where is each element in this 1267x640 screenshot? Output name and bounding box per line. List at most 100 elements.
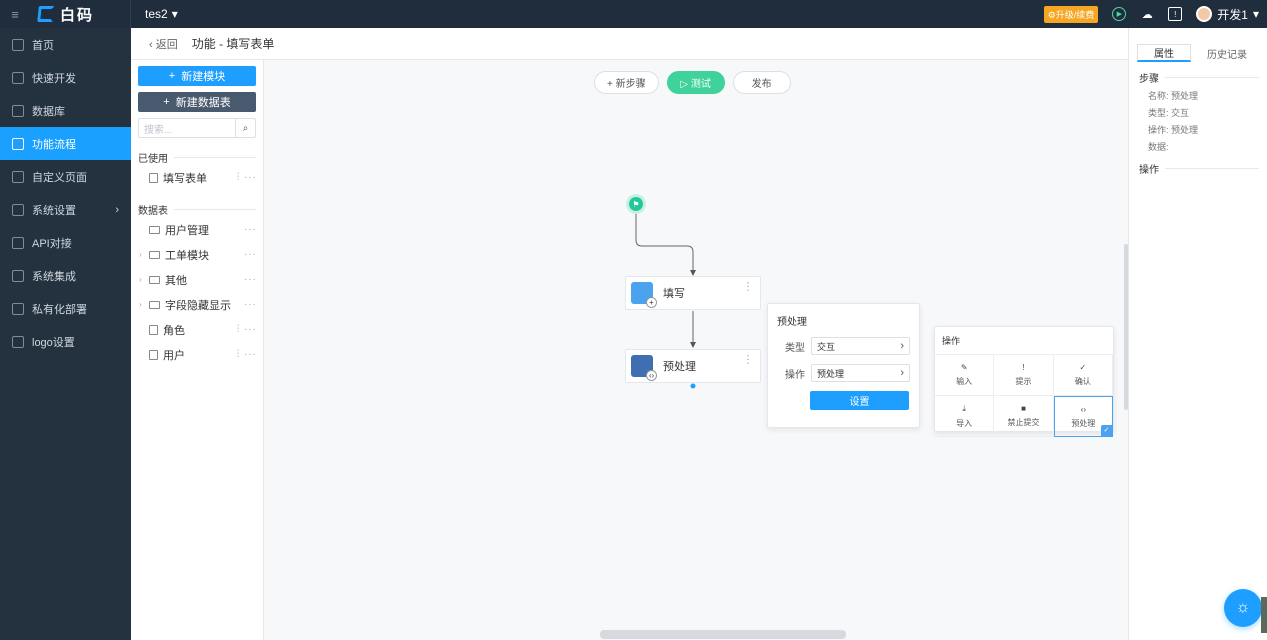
expand-icon[interactable]: › bbox=[139, 250, 149, 259]
sidebar-item-integration[interactable]: 系统集成 bbox=[0, 259, 131, 292]
preprocess-icon: ‹› bbox=[631, 355, 657, 381]
flow-canvas[interactable]: + 新步骤 ▷ 测试 发布 ⚑ + 填写 ··· ‹› 预处理 ··· 预处理 … bbox=[264, 60, 1128, 640]
step-section: 步骤 bbox=[1139, 70, 1259, 85]
logo-mark-icon bbox=[37, 6, 55, 22]
op-preprocess[interactable]: ‹› 预处理 ✓ bbox=[1053, 396, 1113, 437]
list-item[interactable]: 用户管理 ··· bbox=[131, 217, 263, 242]
logo[interactable]: 白码 bbox=[30, 4, 130, 25]
pencil-icon: ✎ bbox=[960, 363, 968, 372]
flow-node-preprocess[interactable]: ‹› 预处理 ··· bbox=[625, 349, 761, 383]
file-icon bbox=[149, 349, 158, 360]
edge-strip bbox=[1261, 597, 1267, 633]
sidebar-item-label: 功能流程 bbox=[32, 138, 76, 151]
tab-properties[interactable]: 属性 bbox=[1137, 44, 1191, 62]
project-name: tes2 bbox=[145, 7, 168, 21]
node-label: 填写 bbox=[663, 288, 685, 300]
search-input[interactable]: 搜索... ⌕ bbox=[138, 118, 256, 138]
file-icon bbox=[149, 324, 158, 335]
popover-title: 预处理 bbox=[777, 317, 807, 328]
cube-icon bbox=[12, 71, 24, 84]
code-icon: ‹› bbox=[1080, 404, 1086, 414]
op-input[interactable]: ✎ 输入 bbox=[935, 355, 995, 396]
back-label: 返回 bbox=[155, 38, 178, 51]
notice-icon[interactable]: ! bbox=[1168, 7, 1183, 21]
list-item[interactable]: › 工单模块 ··· bbox=[131, 242, 263, 267]
popover-title: 操作 bbox=[935, 327, 1113, 355]
api-icon bbox=[12, 236, 24, 249]
more-icon[interactable]: ··· bbox=[244, 249, 257, 260]
more-icon[interactable]: ··· bbox=[244, 224, 257, 235]
sidebar-item-logo[interactable]: logo设置 bbox=[0, 325, 131, 358]
play-icon[interactable]: ▶ bbox=[1112, 7, 1127, 21]
new-module-button[interactable]: + 新建模块 bbox=[138, 66, 256, 86]
more-icon[interactable]: ··· bbox=[742, 281, 754, 292]
flow-icon bbox=[12, 137, 24, 150]
list-item[interactable]: 填写表单 ⫶ ··· bbox=[131, 165, 263, 190]
set-button[interactable]: 设置 bbox=[810, 391, 909, 410]
lightbulb-icon[interactable]: ☼ bbox=[1224, 589, 1262, 627]
op-prompt[interactable]: ! 提示 bbox=[994, 355, 1054, 396]
more-icon[interactable]: ··· bbox=[244, 299, 257, 310]
horizontal-scrollbar[interactable] bbox=[600, 630, 846, 639]
search-placeholder: 搜索... bbox=[144, 124, 173, 136]
operation-section: 操作 bbox=[1139, 161, 1259, 176]
user-menu[interactable]: 开发1 ▾ bbox=[1196, 6, 1259, 23]
more-icon[interactable]: ··· bbox=[244, 274, 257, 285]
item-actions[interactable]: ⫶ ··· bbox=[237, 324, 257, 335]
upgrade-badge[interactable]: ⚙升级/续费 bbox=[1043, 5, 1099, 23]
node-label: 预处理 bbox=[663, 361, 696, 373]
item-actions[interactable]: ⫶ ··· bbox=[237, 349, 257, 360]
menu-icon[interactable]: ≡ bbox=[0, 7, 30, 22]
op-disable-submit[interactable]: ■ 禁止提交 bbox=[994, 396, 1054, 437]
folder-icon bbox=[149, 300, 160, 309]
item-actions[interactable]: ⫶ ··· bbox=[237, 172, 257, 183]
flag-icon: ⚑ bbox=[632, 199, 640, 209]
sidebar-item-deploy[interactable]: 私有化部署 bbox=[0, 292, 131, 325]
sidebar-item-label: 私有化部署 bbox=[32, 303, 87, 316]
alert-icon: ! bbox=[1022, 363, 1025, 372]
sidebar-item-label: 系统集成 bbox=[32, 270, 76, 283]
logo-icon bbox=[12, 335, 24, 348]
tab-history[interactable]: 历史记录 bbox=[1197, 44, 1257, 62]
sidebar-item-settings[interactable]: 系统设置 › bbox=[0, 193, 131, 226]
cloud-icon[interactable]: ☁ bbox=[1140, 7, 1154, 21]
database-icon bbox=[12, 104, 24, 117]
sidebar-item-api[interactable]: API对接 bbox=[0, 226, 131, 259]
stop-icon: ■ bbox=[1021, 404, 1026, 413]
op-label: 操作 bbox=[785, 369, 805, 381]
caret-down-icon: ▾ bbox=[171, 7, 178, 21]
project-switcher[interactable]: tes2 ▾ bbox=[131, 7, 178, 21]
sidebar-item-flow[interactable]: 功能流程 bbox=[0, 127, 131, 160]
section-label: 步骤 bbox=[1139, 74, 1159, 85]
flow-node-fill[interactable]: + 填写 ··· bbox=[625, 276, 761, 310]
section-label: 已使用 bbox=[138, 154, 168, 165]
list-item[interactable]: 用户 ⫶ ··· bbox=[131, 342, 263, 367]
sidebar-item-database[interactable]: 数据库 bbox=[0, 94, 131, 127]
sidebar-item-home[interactable]: 首页 bbox=[0, 28, 131, 61]
list-item[interactable]: › 其他 ··· bbox=[131, 267, 263, 292]
sidebar-item-quick-dev[interactable]: 快速开发 bbox=[0, 61, 131, 94]
type-select[interactable]: 交互 › bbox=[811, 337, 910, 355]
expand-icon[interactable]: › bbox=[139, 275, 149, 284]
op-label: 预处理 bbox=[1071, 418, 1096, 428]
op-value: 预处理 bbox=[817, 368, 845, 379]
op-select[interactable]: 预处理 › bbox=[811, 364, 910, 382]
expand-icon[interactable]: › bbox=[139, 300, 149, 309]
op-label: 禁止提交 bbox=[1007, 418, 1040, 427]
type-label: 类型 bbox=[785, 342, 805, 354]
search-icon[interactable]: ⌕ bbox=[235, 119, 255, 137]
start-node[interactable]: ⚑ bbox=[626, 194, 646, 214]
sidebar-item-custom-page[interactable]: 自定义页面 bbox=[0, 160, 131, 193]
chevron-right-icon: › bbox=[115, 203, 119, 216]
new-table-button[interactable]: + 新建数据表 bbox=[138, 92, 256, 112]
used-section: 已使用 bbox=[138, 150, 256, 165]
list-item[interactable]: 角色 ⫶ ··· bbox=[131, 317, 263, 342]
op-label: 提示 bbox=[1015, 377, 1032, 386]
back-link[interactable]: ‹ 返回 bbox=[149, 36, 178, 52]
more-icon[interactable]: ··· bbox=[742, 354, 754, 365]
integration-icon bbox=[12, 269, 24, 282]
sidebar-item-label: 系统设置 bbox=[32, 204, 76, 217]
op-confirm[interactable]: ✓ 确认 bbox=[1053, 355, 1113, 396]
list-item[interactable]: › 字段隐藏显示 ··· bbox=[131, 292, 263, 317]
op-import[interactable]: ⤓ 导入 bbox=[935, 396, 995, 437]
